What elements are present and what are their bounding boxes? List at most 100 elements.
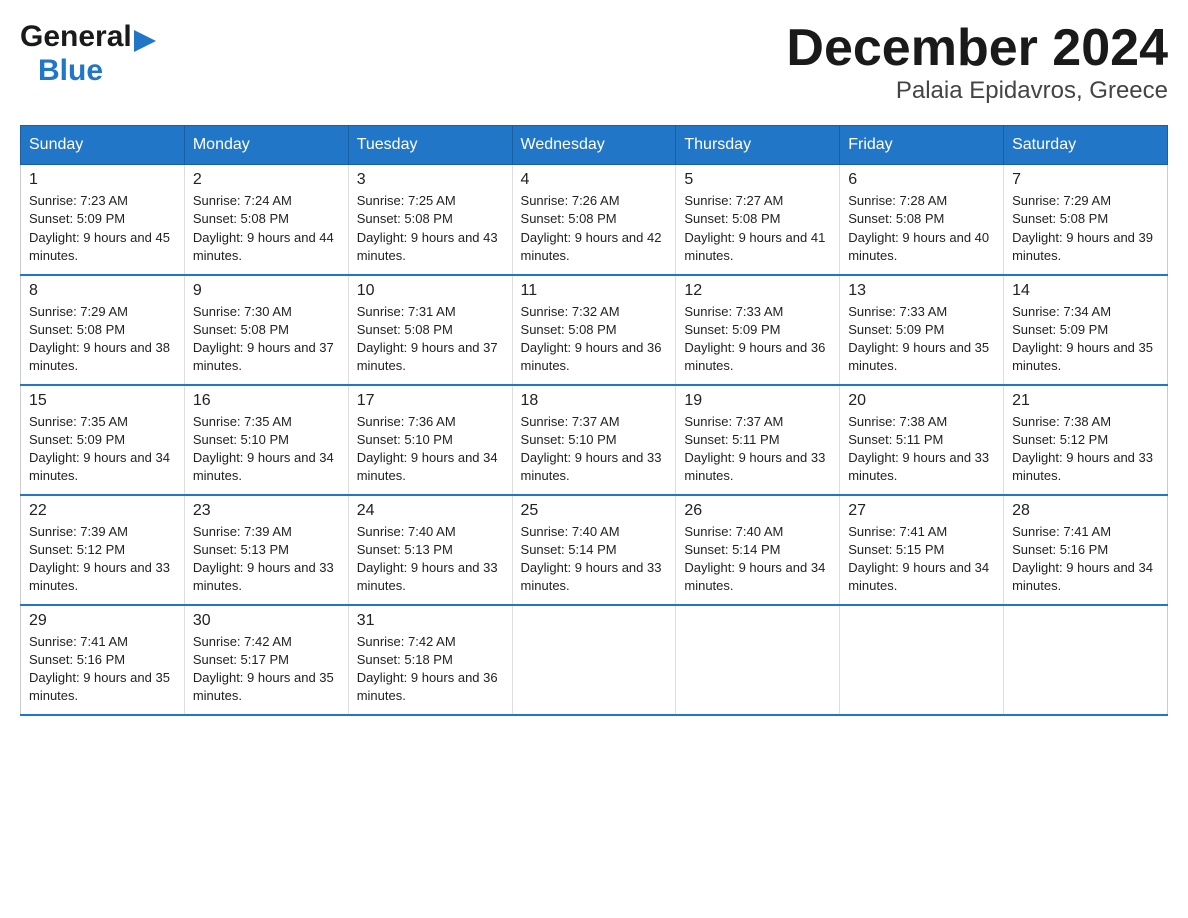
logo-general-text: General — [20, 20, 132, 54]
day-number: 7 — [1012, 171, 1159, 189]
calendar-cell — [676, 605, 840, 715]
calendar-cell: 16 Sunrise: 7:35 AMSunset: 5:10 PMDayligh… — [184, 385, 348, 495]
calendar-cell: 3 Sunrise: 7:25 AMSunset: 5:08 PMDaylight… — [348, 165, 512, 275]
day-number: 23 — [193, 502, 340, 520]
calendar-cell: 19Sunrise: 7:37 AMSunset: 5:11 PMDayligh… — [676, 385, 840, 495]
calendar-cell: 21 Sunrise: 7:38 AMSunset: 5:12 PMDayligh… — [1004, 385, 1168, 495]
day-info: Sunrise: 7:38 AMSunset: 5:11 PMDaylight:… — [848, 413, 995, 486]
calendar-cell: 5 Sunrise: 7:27 AMSunset: 5:08 PMDaylight… — [676, 165, 840, 275]
calendar-subtitle: Palaia Epidavros, Greece — [786, 77, 1168, 105]
day-info: Sunrise: 7:30 AMSunset: 5:08 PMDaylight:… — [193, 303, 340, 376]
calendar-cell: 1 Sunrise: 7:23 AMSunset: 5:09 PMDaylight… — [21, 165, 185, 275]
day-of-week-header: Wednesday — [512, 126, 676, 165]
day-number: 20 — [848, 392, 995, 410]
calendar-cell: 30 Sunrise: 7:42 AMSunset: 5:17 PMDayligh… — [184, 605, 348, 715]
day-info: Sunrise: 7:41 AMSunset: 5:15 PMDaylight:… — [848, 523, 995, 596]
calendar-cell: 12 Sunrise: 7:33 AMSunset: 5:09 PMDayligh… — [676, 275, 840, 385]
day-number: 8 — [29, 282, 176, 300]
day-number: 29 — [29, 612, 176, 630]
calendar-cell — [840, 605, 1004, 715]
day-info: Sunrise: 7:25 AMSunset: 5:08 PMDaylight:… — [357, 192, 504, 265]
day-number: 30 — [193, 612, 340, 630]
day-info: Sunrise: 7:37 AMSunset: 5:11 PMDaylight:… — [684, 413, 831, 486]
day-info: Sunrise: 7:28 AMSunset: 5:08 PMDaylight:… — [848, 192, 995, 265]
day-number: 22 — [29, 502, 176, 520]
calendar-week-row: 15 Sunrise: 7:35 AMSunset: 5:09 PMDayligh… — [21, 385, 1168, 495]
day-number: 28 — [1012, 502, 1159, 520]
day-of-week-header: Monday — [184, 126, 348, 165]
calendar-cell: 29Sunrise: 7:41 AMSunset: 5:16 PMDayligh… — [21, 605, 185, 715]
calendar-week-row: 22 Sunrise: 7:39 AMSunset: 5:12 PMDayligh… — [21, 495, 1168, 605]
calendar-cell — [1004, 605, 1168, 715]
day-number: 2 — [193, 171, 340, 189]
day-number: 16 — [193, 392, 340, 410]
calendar-cell: 26 Sunrise: 7:40 AMSunset: 5:14 PMDayligh… — [676, 495, 840, 605]
calendar-cell: 4 Sunrise: 7:26 AMSunset: 5:08 PMDaylight… — [512, 165, 676, 275]
calendar-table: SundayMondayTuesdayWednesdayThursdayFrid… — [20, 125, 1168, 716]
calendar-cell: 7 Sunrise: 7:29 AMSunset: 5:08 PMDaylight… — [1004, 165, 1168, 275]
day-info: Sunrise: 7:40 AMSunset: 5:14 PMDaylight:… — [684, 523, 831, 596]
day-number: 14 — [1012, 282, 1159, 300]
day-info: Sunrise: 7:24 AMSunset: 5:08 PMDaylight:… — [193, 192, 340, 265]
calendar-cell: 17Sunrise: 7:36 AMSunset: 5:10 PMDayligh… — [348, 385, 512, 495]
day-info: Sunrise: 7:40 AMSunset: 5:14 PMDaylight:… — [521, 523, 668, 596]
day-info: Sunrise: 7:33 AMSunset: 5:09 PMDaylight:… — [848, 303, 995, 376]
day-number: 18 — [521, 392, 668, 410]
day-number: 12 — [684, 282, 831, 300]
day-info: Sunrise: 7:32 AMSunset: 5:08 PMDaylight:… — [521, 303, 668, 376]
day-number: 24 — [357, 502, 504, 520]
day-info: Sunrise: 7:26 AMSunset: 5:08 PMDaylight:… — [521, 192, 668, 265]
calendar-cell: 24 Sunrise: 7:40 AMSunset: 5:13 PMDayligh… — [348, 495, 512, 605]
calendar-header-row: SundayMondayTuesdayWednesdayThursdayFrid… — [21, 126, 1168, 165]
day-info: Sunrise: 7:41 AMSunset: 5:16 PMDaylight:… — [1012, 523, 1159, 596]
calendar-cell: 10 Sunrise: 7:31 AMSunset: 5:08 PMDayligh… — [348, 275, 512, 385]
calendar-title-block: December 2024 Palaia Epidavros, Greece — [786, 20, 1168, 105]
calendar-week-row: 8 Sunrise: 7:29 AMSunset: 5:08 PMDaylight… — [21, 275, 1168, 385]
day-info: Sunrise: 7:42 AMSunset: 5:17 PMDaylight:… — [193, 633, 340, 706]
day-info: Sunrise: 7:29 AMSunset: 5:08 PMDaylight:… — [29, 303, 176, 376]
day-number: 3 — [357, 171, 504, 189]
day-of-week-header: Tuesday — [348, 126, 512, 165]
calendar-week-row: 29Sunrise: 7:41 AMSunset: 5:16 PMDayligh… — [21, 605, 1168, 715]
day-number: 27 — [848, 502, 995, 520]
day-info: Sunrise: 7:31 AMSunset: 5:08 PMDaylight:… — [357, 303, 504, 376]
calendar-cell: 25 Sunrise: 7:40 AMSunset: 5:14 PMDayligh… — [512, 495, 676, 605]
day-info: Sunrise: 7:39 AMSunset: 5:12 PMDaylight:… — [29, 523, 176, 596]
day-info: Sunrise: 7:29 AMSunset: 5:08 PMDaylight:… — [1012, 192, 1159, 265]
day-info: Sunrise: 7:40 AMSunset: 5:13 PMDaylight:… — [357, 523, 504, 596]
day-number: 1 — [29, 171, 176, 189]
day-number: 21 — [1012, 392, 1159, 410]
calendar-title: December 2024 — [786, 20, 1168, 77]
calendar-cell: 18 Sunrise: 7:37 AMSunset: 5:10 PMDayligh… — [512, 385, 676, 495]
calendar-cell: 28 Sunrise: 7:41 AMSunset: 5:16 PMDayligh… — [1004, 495, 1168, 605]
day-of-week-header: Thursday — [676, 126, 840, 165]
page-header: General Blue December 2024 Palaia Epidav… — [20, 20, 1168, 105]
day-number: 15 — [29, 392, 176, 410]
day-number: 10 — [357, 282, 504, 300]
logo: General Blue — [20, 20, 156, 88]
day-number: 26 — [684, 502, 831, 520]
day-info: Sunrise: 7:39 AMSunset: 5:13 PMDaylight:… — [193, 523, 340, 596]
calendar-cell: 11 Sunrise: 7:32 AMSunset: 5:08 PMDayligh… — [512, 275, 676, 385]
day-number: 5 — [684, 171, 831, 189]
day-info: Sunrise: 7:37 AMSunset: 5:10 PMDaylight:… — [521, 413, 668, 486]
calendar-cell: 27 Sunrise: 7:41 AMSunset: 5:15 PMDayligh… — [840, 495, 1004, 605]
day-number: 25 — [521, 502, 668, 520]
calendar-cell: 15 Sunrise: 7:35 AMSunset: 5:09 PMDayligh… — [21, 385, 185, 495]
calendar-week-row: 1 Sunrise: 7:23 AMSunset: 5:09 PMDaylight… — [21, 165, 1168, 275]
day-number: 6 — [848, 171, 995, 189]
day-info: Sunrise: 7:38 AMSunset: 5:12 PMDaylight:… — [1012, 413, 1159, 486]
calendar-cell: 9Sunrise: 7:30 AMSunset: 5:08 PMDaylight… — [184, 275, 348, 385]
day-info: Sunrise: 7:35 AMSunset: 5:09 PMDaylight:… — [29, 413, 176, 486]
day-of-week-header: Sunday — [21, 126, 185, 165]
day-info: Sunrise: 7:42 AMSunset: 5:18 PMDaylight:… — [357, 633, 504, 706]
calendar-cell: 31Sunrise: 7:42 AMSunset: 5:18 PMDayligh… — [348, 605, 512, 715]
day-number: 11 — [521, 282, 668, 300]
day-info: Sunrise: 7:33 AMSunset: 5:09 PMDaylight:… — [684, 303, 831, 376]
day-number: 4 — [521, 171, 668, 189]
day-info: Sunrise: 7:27 AMSunset: 5:08 PMDaylight:… — [684, 192, 831, 265]
day-info: Sunrise: 7:35 AMSunset: 5:10 PMDaylight:… — [193, 413, 340, 486]
day-info: Sunrise: 7:23 AMSunset: 5:09 PMDaylight:… — [29, 192, 176, 265]
calendar-cell — [512, 605, 676, 715]
day-of-week-header: Saturday — [1004, 126, 1168, 165]
